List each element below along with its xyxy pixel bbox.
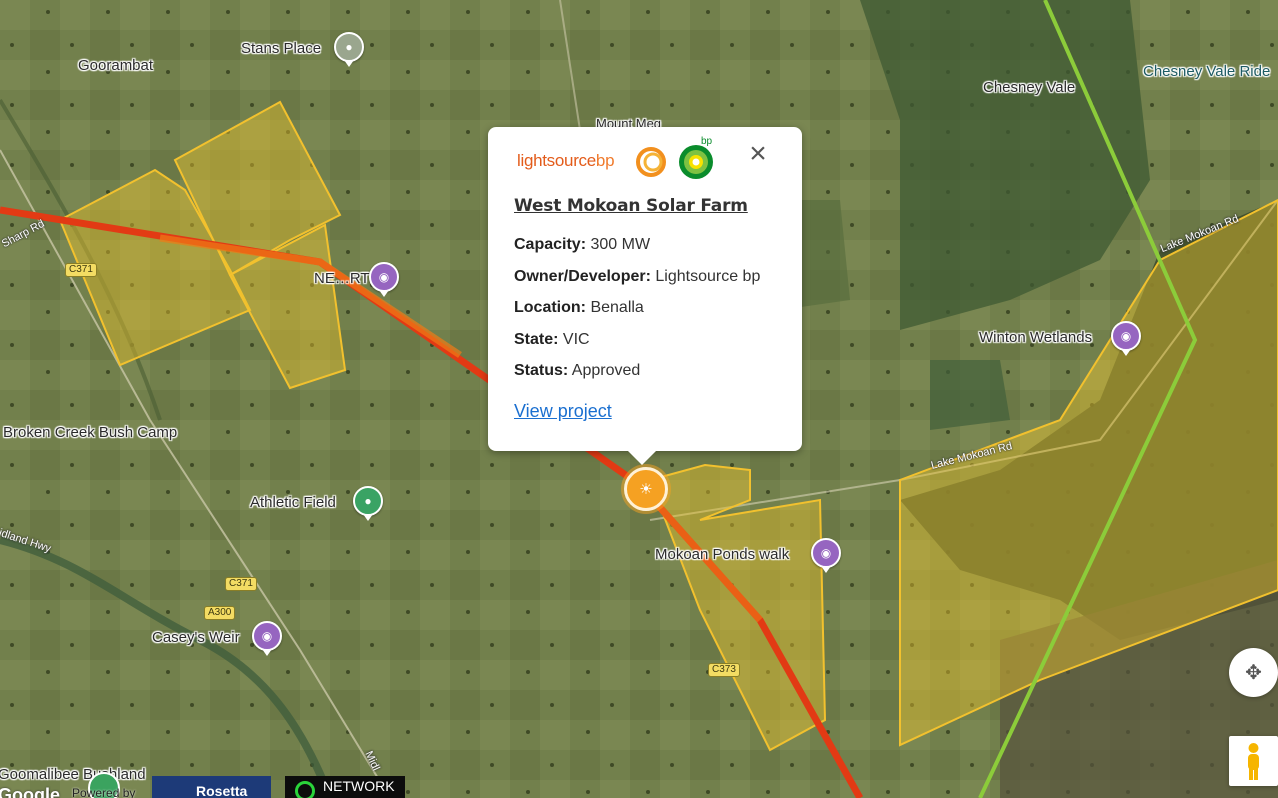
place-label-broken-creek: Broken Creek Bush Camp [3,424,178,441]
row-label: Owner/Developer: [514,268,651,285]
status-row: Status: Approved [514,362,640,380]
route-shield: A300 [204,606,236,620]
row-value: Approved [571,362,641,379]
place-label-athletic-field: Athletic Field [250,494,336,511]
bp-helios-label: bp [701,136,713,147]
logo-brand-bp: bp [595,151,615,170]
row-label: Location: [514,299,586,316]
network-map-logo[interactable]: NETWORK [285,776,405,798]
powered-by-text: Powered by [72,786,136,798]
owner-row: Owner/Developer: Lightsource bp [514,268,760,286]
row-label: Status: [514,362,569,379]
place-pin-icon[interactable]: ● [334,32,364,62]
project-title[interactable]: West Mokoan Solar Farm [514,196,748,216]
route-shield: C371 [225,577,257,591]
row-label: State: [514,331,559,348]
camera-icon[interactable]: ◉ [811,538,841,568]
project-popup: lightsourcebp bp × West Mokoan Solar Far… [488,127,802,465]
rosetta-label: Rosetta [196,783,248,798]
logo-brand-text: lightsource [517,151,596,170]
camera-icon[interactable]: ◉ [1111,321,1141,351]
close-icon[interactable]: × [744,139,772,169]
view-project-link[interactable]: View project [514,401,612,422]
capacity-row: Capacity: 300 MW [514,236,650,254]
pan-control-icon[interactable]: ✥ [1229,648,1278,697]
row-value: 300 MW [590,236,651,253]
place-label-caseys-weir: Casey's Weir [152,629,240,646]
place-label-stans-place: Stans Place [241,40,322,57]
street-view-pegman[interactable] [1229,736,1278,786]
map-canvas[interactable]: Goorambat Stans Place ● Chesney Vale Che… [0,0,1278,798]
network-ring-icon [295,781,315,798]
place-label-goorambat: Goorambat [78,57,154,74]
row-label: Capacity: [514,236,587,253]
solar-farm-marker-icon[interactable]: ☀ [624,467,668,511]
camera-icon[interactable]: ◉ [252,621,282,651]
place-label-chesney-vale-ride: Chesney Vale Ride [1143,63,1271,80]
pegman-icon [1248,743,1259,780]
row-value: Lightsource bp [655,268,761,285]
place-label-nert: NE…RT [314,270,370,287]
place-label-goomalibee: Goomalibee Bushland [0,766,146,783]
place-label-chesney-vale: Chesney Vale [983,79,1076,96]
route-shield: C371 [65,263,97,277]
row-value: Benalla [590,299,644,316]
location-row: Location: Benalla [514,299,644,317]
camera-icon[interactable]: ◉ [369,262,399,292]
bp-helios-icon: bp [679,136,713,179]
rosetta-logo[interactable]: Rosetta [152,776,271,798]
place-label-mokoan-ponds: Mokoan Ponds walk [655,546,790,563]
state-row: State: VIC [514,331,590,349]
network-label: NETWORK [323,778,395,794]
place-label-winton-wetlands: Winton Wetlands [979,329,1093,346]
lightsource-bp-logo: lightsourcebp [517,151,615,171]
lightsource-swirl-icon [636,147,666,177]
park-pin-icon[interactable]: ● [353,486,383,516]
route-shield: C373 [708,663,740,677]
google-logo: Google [0,785,60,798]
row-value: VIC [562,331,590,348]
